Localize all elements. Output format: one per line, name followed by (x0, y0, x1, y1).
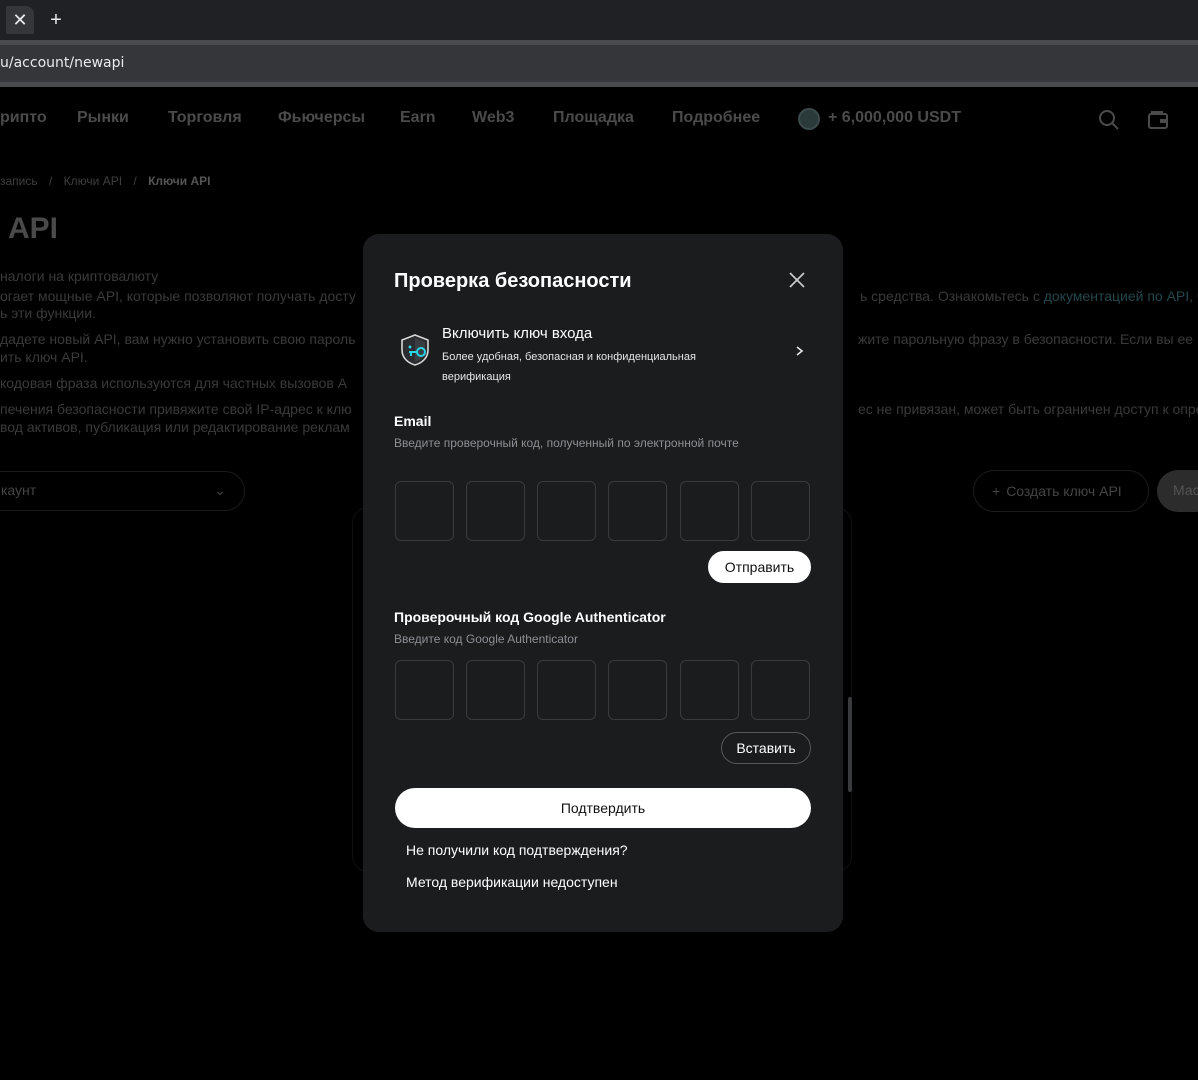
bulk-button[interactable]: Мас (1157, 470, 1198, 512)
passkey-title: Включить ключ входа (442, 325, 593, 342)
account-select-label: каунт (1, 482, 37, 498)
intro-line: дадете новый API, вам нужно установить с… (0, 331, 356, 347)
intro-line-right: ь средства. Ознакомьтесь с документацией… (860, 288, 1198, 304)
nav-item-crypto[interactable]: рипто (0, 109, 47, 127)
promo-coin-icon (798, 108, 820, 130)
email-code-digit-5[interactable] (680, 481, 739, 541)
ga-code-digit-5[interactable] (680, 660, 739, 720)
plus-icon: + (992, 483, 1001, 499)
url-text[interactable]: u/account/newapi (0, 55, 124, 71)
breadcrumb: запись / Ключи API / Ключи API (0, 174, 211, 188)
close-icon[interactable] (787, 270, 807, 290)
intro-line-right: жите парольную фразу в безопасности. Есл… (858, 331, 1198, 347)
browser-tab-bar: ✕ + (0, 0, 1198, 40)
account-select[interactable]: каунт ⌄ (0, 471, 245, 511)
create-api-key-button[interactable]: + Создать ключ API (973, 470, 1149, 512)
ga-code-digit-4[interactable] (608, 660, 667, 720)
passkey-description: Более удобная, безопасная и конфиденциал… (442, 351, 696, 383)
chevron-right-icon (796, 346, 804, 356)
breadcrumb-item[interactable]: Ключи API (64, 174, 122, 188)
intro-line: ить ключ API. (0, 349, 88, 365)
email-code-digit-2[interactable] (466, 481, 525, 541)
page-title: API (8, 212, 59, 245)
top-nav: рипто Рынки Торговля Фьючерсы Earn Web3 … (0, 87, 1198, 151)
scrollbar-thumb[interactable] (848, 697, 852, 792)
enable-passkey-row[interactable]: Включить ключ входа Более удобная, безоп… (394, 322, 812, 386)
nav-item-earn[interactable]: Earn (400, 109, 436, 127)
nav-item-web3[interactable]: Web3 (472, 109, 514, 127)
ga-code-digit-1[interactable] (395, 660, 454, 720)
intro-line: огает мощные API, которые позволяют полу… (0, 288, 356, 304)
send-code-button[interactable]: Отправить (708, 551, 811, 583)
intro-line: печения безопасности привяжите свой IP-а… (0, 401, 352, 417)
method-unavailable-link[interactable]: Метод верификации недоступен (406, 874, 618, 890)
breadcrumb-current: Ключи API (148, 174, 211, 188)
nav-item-futures[interactable]: Фьючерсы (278, 109, 365, 127)
google-auth-hint: Введите код Google Authenticator (394, 632, 578, 646)
intro-line: кодовая фраза используются для частных в… (0, 375, 348, 391)
nav-item-trade[interactable]: Торговля (168, 109, 242, 127)
passkey-shield-icon (401, 334, 429, 366)
nav-promo[interactable]: + 6,000,000 USDT (828, 109, 961, 127)
create-api-key-label: Создать ключ API (1006, 483, 1122, 499)
modal-title: Проверка безопасности (394, 270, 632, 292)
wallet-icon[interactable] (1147, 109, 1169, 131)
confirm-button[interactable]: Подтвердить (395, 788, 811, 828)
intro-line: налоги на криптовалюту (0, 268, 159, 284)
email-hint: Введите проверочный код, полученный по э… (394, 436, 739, 450)
new-tab-icon[interactable]: + (44, 6, 68, 34)
ga-code-digit-3[interactable] (537, 660, 596, 720)
ga-code-digit-2[interactable] (466, 660, 525, 720)
no-code-link[interactable]: Не получили код подтверждения? (406, 842, 628, 858)
api-docs-link[interactable]: документацией по API (1044, 288, 1189, 304)
email-code-digit-3[interactable] (537, 481, 596, 541)
nav-item-more[interactable]: Подробнее (672, 109, 760, 127)
email-code-digit-1[interactable] (395, 481, 454, 541)
security-verification-modal: Проверка безопасности Включить ключ вход… (363, 234, 843, 932)
nav-item-markets[interactable]: Рынки (77, 109, 129, 127)
address-bar[interactable]: u/account/newapi (0, 40, 1198, 87)
intro-line: вод активов, публикация или редактирован… (0, 419, 350, 435)
breadcrumb-item[interactable]: запись (0, 174, 38, 188)
search-icon[interactable] (1098, 109, 1120, 131)
paste-button[interactable]: Вставить (721, 732, 811, 764)
google-auth-label: Проверочный код Google Authenticator (394, 609, 666, 625)
email-label: Email (394, 413, 432, 429)
nav-item-marketplace[interactable]: Площадка (553, 109, 634, 127)
email-code-digit-4[interactable] (608, 481, 667, 541)
chevron-down-icon: ⌄ (214, 482, 226, 498)
email-code-digit-6[interactable] (751, 481, 810, 541)
intro-line-right: ес не привязан, может быть ограничен дос… (858, 401, 1198, 417)
ga-code-digit-6[interactable] (751, 660, 810, 720)
tab-close-icon[interactable]: ✕ (6, 6, 34, 34)
intro-line: ь эти функции. (0, 305, 96, 321)
